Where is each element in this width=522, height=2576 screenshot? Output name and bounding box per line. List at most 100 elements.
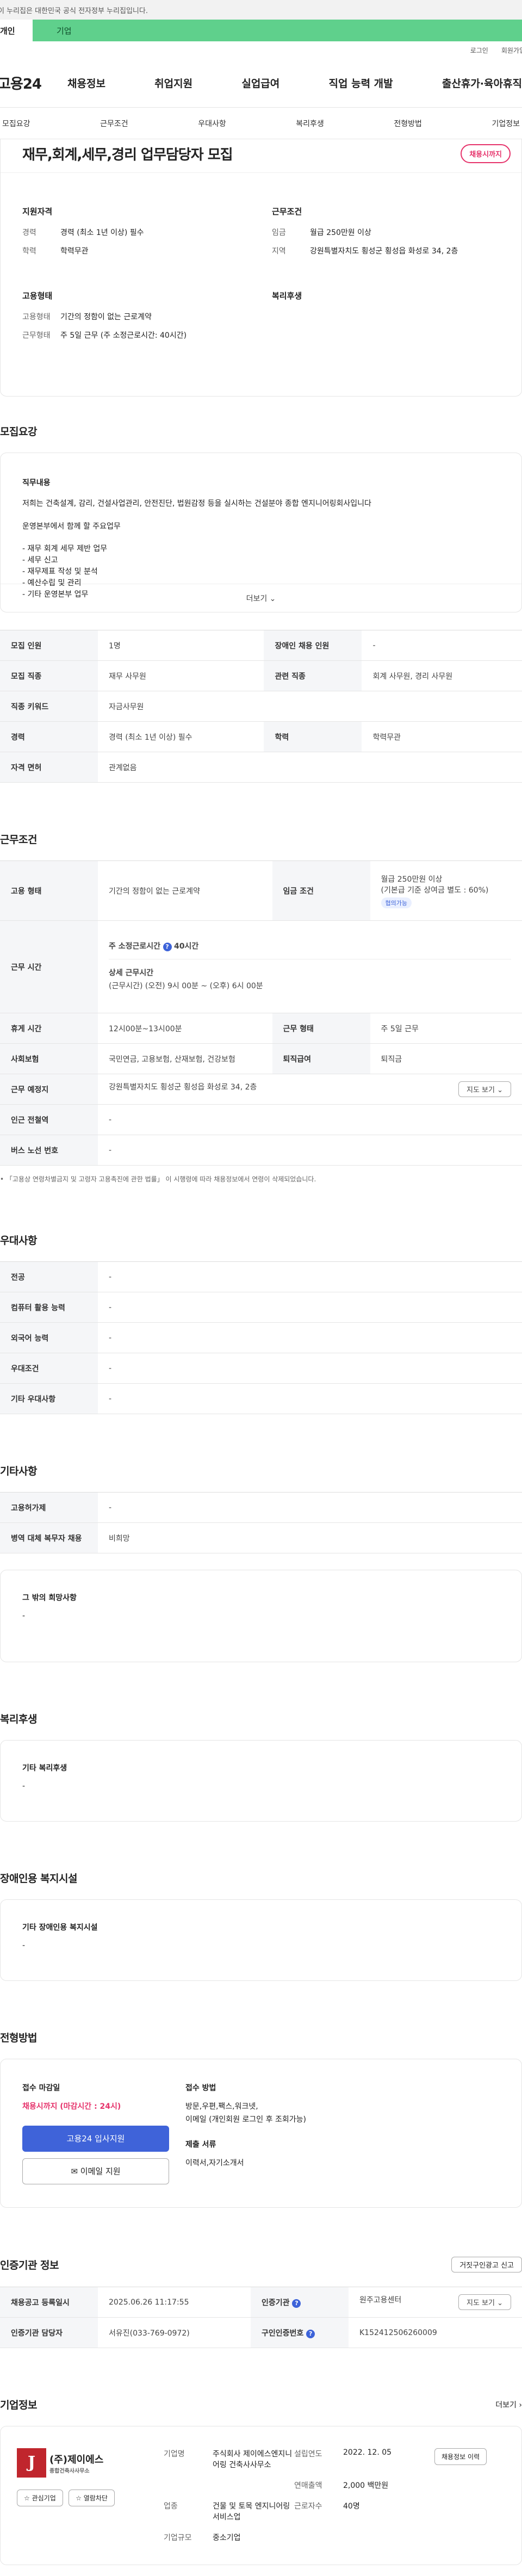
help-icon[interactable]: ? <box>163 943 172 952</box>
map-view-button[interactable]: 지도 보기 ⌄ <box>458 2294 511 2310</box>
conditions-heading: 근무조건 <box>0 834 37 846</box>
sales-value: 2,000 백만원 <box>343 2481 389 2490</box>
tab-preference[interactable]: 우대사항 <box>196 118 228 129</box>
gnb-item-jobs[interactable]: 채용정보 <box>67 76 105 90</box>
table-header: 인근 전철역 <box>0 1104 98 1135</box>
wage-amount: 월급 250만원 이상 <box>381 875 443 884</box>
company-more-link[interactable]: 더보기 › <box>495 2399 522 2410</box>
work-place-value: 강원특별자치도 횡성군 횡성읍 화성로 34, 2층 <box>109 1083 257 1092</box>
negotiable-badge: 협의가능 <box>381 897 412 908</box>
job-description-sub: 운영본부에서 함께 할 주요업무 <box>22 522 121 531</box>
table-row: 모집 인원 1명 장애인 채용 인원 - <box>0 630 522 661</box>
career-label: 경력 <box>22 228 36 237</box>
method-value-1: 방문,우편,팩스,워크넷, <box>185 2102 258 2111</box>
tab-company[interactable]: 기업정보 <box>489 118 522 129</box>
qualification-block: 지원자격 경력 경력 (최소 1년 이상) 필수 학력 학력무관 <box>22 206 250 264</box>
selection-card: 접수 마감일 채용시까지 (마감시간 : 24시) 고용24 입사지원 ✉ 이메… <box>0 2059 522 2208</box>
gnb-item-career-support[interactable]: 취업지원 <box>154 76 192 90</box>
age-notice: • 「고용상 연령차별금지 및 고령자 고용촉진에 관한 법률」 이 시행령에 … <box>0 1175 316 1183</box>
apply-button[interactable]: 고용24 입사지원 <box>22 2126 169 2152</box>
table-cell: 12시00분~13시00분 <box>98 1013 272 1044</box>
welfare-title: 기타 복리후생 <box>22 1764 67 1773</box>
table-cell: 회계 사무원, 경리 사무원 <box>362 660 522 691</box>
table-cell: - <box>362 630 522 661</box>
gov-banner-text: 이 누리집은 대한민국 공식 전자정부 누리집입니다. <box>0 7 148 15</box>
table-row: 인증기관 담당자 서유진(033-769-0972) 구인인증번호 ? K1524… <box>0 2317 522 2348</box>
education-value: 학력무관 <box>60 247 89 256</box>
other-wishes-value: - <box>22 1612 26 1620</box>
cert-number-label: 구인인증번호 <box>261 2329 304 2338</box>
selection-heading: 전형방법 <box>0 2032 37 2044</box>
table-header: 근무 시간 <box>0 920 98 1013</box>
table-header: 고용허가제 <box>0 1492 98 1523</box>
table-cell: 자금사무원 <box>98 691 522 722</box>
job-description-title: 직무내용 <box>22 479 51 487</box>
emptype-label: 고용형태 <box>22 313 51 321</box>
employment-title: 고용형태 <box>22 291 53 301</box>
tab-individual[interactable]: 개인 <box>0 20 33 41</box>
report-button[interactable]: 거짓구인광고 신고 <box>451 2257 522 2272</box>
conditions-table: 고용 형태 기간의 정함이 없는 근로계약 임금 조건 월급 250만원 이상 … <box>0 860 522 1166</box>
preference-table: 전공 - 컴퓨터 활용 능력 - 외국어 능력 - 우대조건 - 기타 우대사항 - <box>0 1261 522 1414</box>
work-condition-block: 근무조건 임금 월급 250만원 이상 지역 강원특별자치도 횡성군 횡성읍 화성로… <box>272 206 500 264</box>
map-view-button[interactable]: 지도 보기 ⌄ <box>458 1081 511 1097</box>
table-row: 근무 시간 주 소정근로시간 ? 40시간 상세 근무시간 (근무시간) (오전… <box>0 920 522 1013</box>
table-row: 기타 우대사항 - <box>0 1383 522 1414</box>
gnb-item-leave[interactable]: 출산휴가·육아휴직 <box>442 76 522 90</box>
table-header: 인증기관 ? <box>250 2287 349 2318</box>
table-row: 사회보험 국민연금, 고용보험, 산재보험, 건강보험 퇴직급여 퇴직금 <box>0 1043 522 1074</box>
table-cell: - <box>98 1353 522 1384</box>
industry-value: 건물 및 토목 엔지니어링 서비스업 <box>213 2502 290 2522</box>
gov-banner: 이 누리집은 대한민국 공식 전자정부 누리집입니다. <box>0 0 522 20</box>
top-utility-links: 로그인 회원가입 <box>0 41 522 59</box>
table-cell: - <box>98 1292 522 1323</box>
signup-link[interactable]: 회원가입 <box>501 46 522 55</box>
disabled-facility-heading: 장애인용 복지시설 <box>0 1873 77 1885</box>
disabled-facility-card: 기타 장애인용 복지시설 - <box>0 1899 522 1981</box>
duty-item: - 재무 회계 세무 제반 업무 <box>22 544 108 553</box>
table-header: 임금 조건 <box>272 860 370 921</box>
gnb-item-unemployment[interactable]: 실업급여 <box>241 76 279 90</box>
site-logo[interactable]: 고용24 <box>0 73 67 93</box>
company-logo-name: (주)제이에스 <box>49 2454 104 2466</box>
table-header: 학력 <box>264 721 362 752</box>
detail-hours-value: (근무시간) (오전) 9시 00분 ~ (오후) 6시 00분 <box>109 981 263 990</box>
job-history-button[interactable]: 채용정보 이력 <box>434 2448 487 2465</box>
job-description-intro: 저희는 건축설계, 감리, 건설사업관리, 안전진단, 법원감정 등을 실시하는… <box>22 499 371 508</box>
table-cell: - <box>98 1322 522 1353</box>
table-cell: 주 5일 근무 <box>370 1013 522 1044</box>
cert-org-value: 원주고용센터 <box>359 2296 402 2305</box>
tab-selection[interactable]: 전형방법 <box>391 118 424 129</box>
table-cell: 국민연금, 고용보험, 산재보험, 건강보험 <box>98 1043 272 1074</box>
table-cell: 경력 (최소 1년 이상) 필수 <box>98 721 264 752</box>
email-apply-button[interactable]: ✉ 이메일 지원 <box>22 2158 169 2184</box>
help-icon[interactable]: ? <box>306 2329 315 2338</box>
job-description-card: 직무내용 저희는 건축설계, 감리, 건설사업관리, 안전진단, 법원감정 등을… <box>0 453 522 612</box>
tab-conditions[interactable]: 근무조건 <box>98 118 130 129</box>
table-header: 모집 인원 <box>0 630 98 661</box>
tab-recruit[interactable]: 모집요강 <box>0 118 33 129</box>
table-cell: 강원특별자치도 횡성군 횡성읍 화성로 34, 2층 지도 보기 ⌄ <box>98 1074 522 1105</box>
tab-business[interactable]: 기업 <box>33 20 522 41</box>
table-row: 병역 대체 복무자 채용 비희망 <box>0 1522 522 1553</box>
cert-org-label: 인증기관 <box>261 2298 290 2307</box>
table-row: 외국어 능력 - <box>0 1322 522 1353</box>
duty-item: - 세무 신고 <box>22 555 58 565</box>
tab-welfare[interactable]: 복리후생 <box>294 118 326 129</box>
favorite-company-button[interactable]: ☆ 관심기업 <box>17 2490 63 2506</box>
login-link[interactable]: 로그인 <box>470 46 488 55</box>
table-cell: 서유진(033-769-0972) <box>98 2317 251 2348</box>
disabled-facility-title: 기타 장애인용 복지시설 <box>22 1923 98 1932</box>
table-header: 모집 직종 <box>0 660 98 691</box>
block-company-button[interactable]: ☆ 열람차단 <box>69 2490 115 2506</box>
table-cell: 학력무관 <box>362 721 522 752</box>
help-icon[interactable]: ? <box>292 2299 301 2308</box>
company-card: J (주)제이에스 종합건축사사무소 ☆ 관심기업 ☆ 열람차단 기업명 주식회사… <box>0 2426 522 2565</box>
industry-label: 업종 <box>164 2502 178 2511</box>
company-name-value: 주식회사 제이에스엔지니어링 건축사사무소 <box>213 2450 293 2469</box>
docs-title: 제출 서류 <box>185 2140 216 2149</box>
welfare-summary-title: 복리후생 <box>272 291 302 301</box>
gnb-item-skills[interactable]: 직업 능력 개발 <box>329 76 393 90</box>
weekly-hours-label: 주 소정근로시간 <box>109 942 161 951</box>
worktype-value: 주 5일 근무 (주 소정근로시간: 40시간) <box>60 331 187 340</box>
